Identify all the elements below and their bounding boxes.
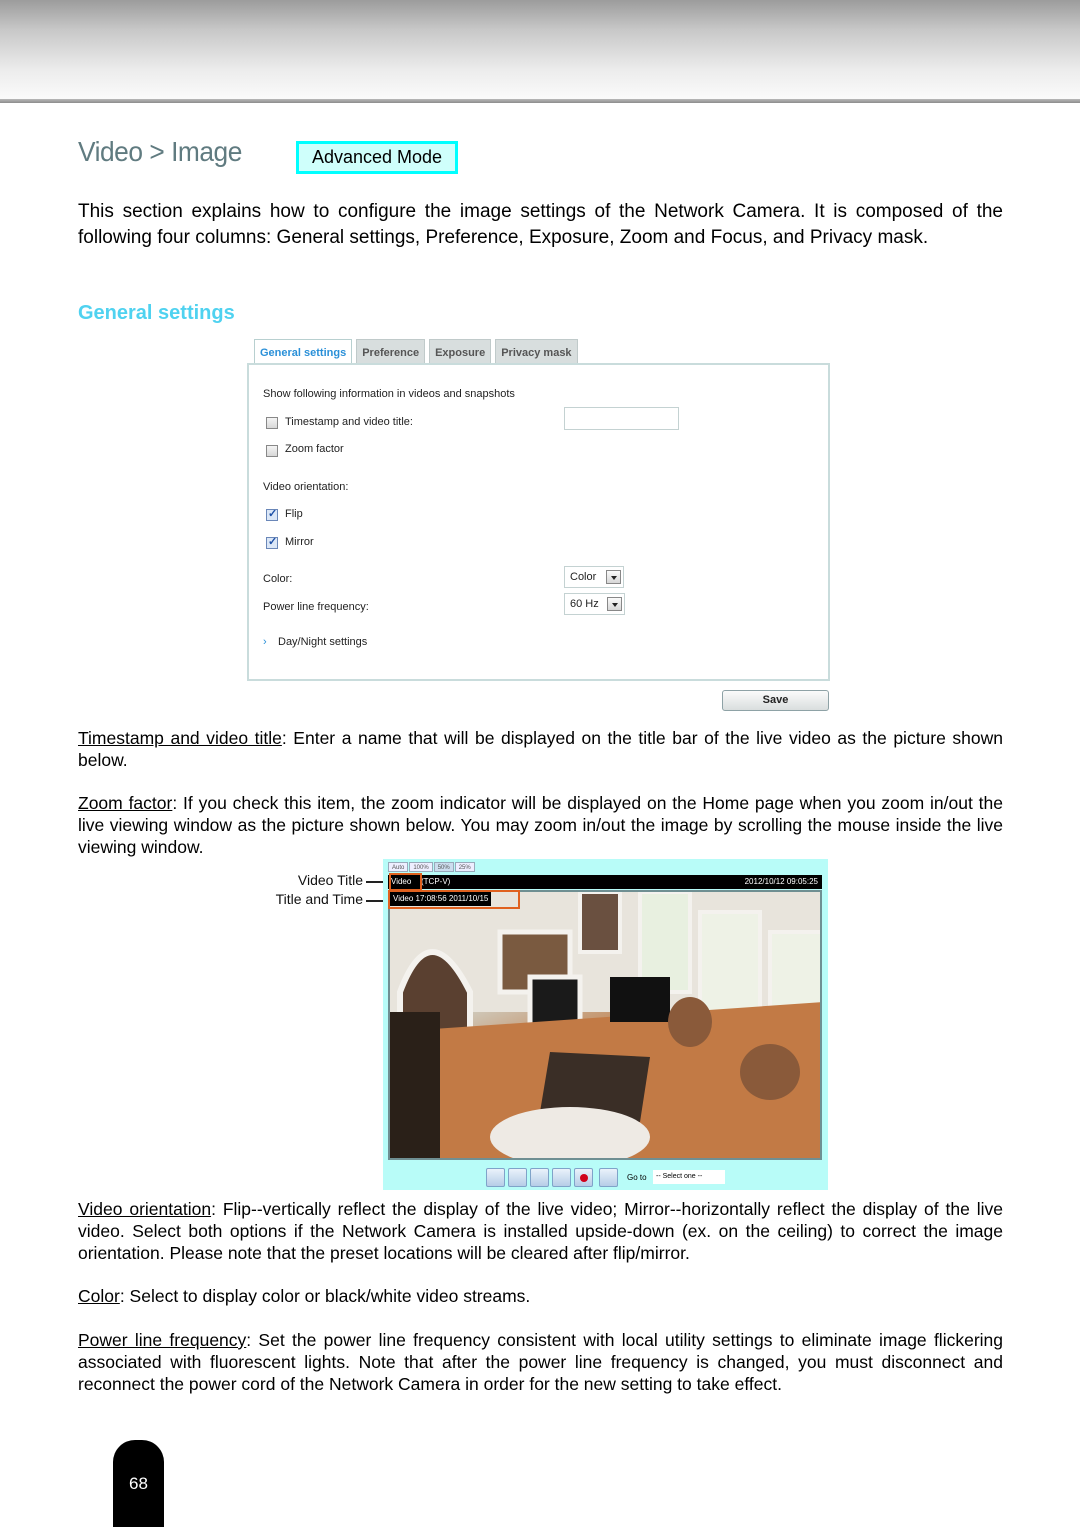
orientation-description: Video orientation: Flip--vertically refl… bbox=[78, 1198, 1003, 1264]
tab-preference[interactable]: Preference bbox=[356, 339, 426, 363]
term-power: Power line frequency bbox=[78, 1330, 247, 1350]
header-rule bbox=[0, 99, 1080, 103]
zoom-factor-checkbox[interactable] bbox=[266, 445, 278, 457]
page-number-tab: 68 bbox=[113, 1440, 164, 1527]
highlight-title-time bbox=[388, 890, 520, 909]
term-timestamp: Timestamp and video title bbox=[78, 728, 282, 748]
term-orientation: Video orientation bbox=[78, 1199, 212, 1219]
timestamp-label: Timestamp and video title: bbox=[285, 416, 413, 428]
chevron-down-icon bbox=[607, 597, 622, 611]
goto-preset-select[interactable]: -- Select one -- bbox=[653, 1170, 725, 1184]
desc-color: : Select to display color or black/white… bbox=[119, 1286, 531, 1306]
desc-zoom: : If you check this item, the zoom indic… bbox=[78, 793, 1003, 857]
record-icon[interactable] bbox=[574, 1168, 593, 1187]
live-view-window: Auto 100% 50% 25% Video (TCP-V) 2012/10/… bbox=[383, 859, 828, 1190]
color-description: Color: Select to display color or black/… bbox=[78, 1285, 1003, 1307]
room-scene-image bbox=[390, 892, 820, 1158]
timestamp-description: Timestamp and video title: Enter a name … bbox=[78, 727, 1003, 771]
timestamp-checkbox[interactable] bbox=[266, 417, 278, 429]
zoom-factor-label: Zoom factor bbox=[285, 443, 344, 455]
highlight-video-title bbox=[389, 873, 422, 891]
power-frequency-select[interactable]: 60 Hz bbox=[564, 593, 625, 615]
zoom-25-button[interactable]: 25% bbox=[454, 862, 475, 872]
fullscreen-icon[interactable] bbox=[599, 1168, 618, 1187]
show-info-label: Show following information in videos and… bbox=[263, 388, 515, 400]
zoom-auto-button[interactable]: Auto bbox=[388, 862, 409, 872]
general-settings-panel: Show following information in videos and… bbox=[247, 363, 830, 681]
term-color: Color bbox=[78, 1286, 120, 1306]
desc-orientation: : Flip--vertically reflect the display o… bbox=[78, 1199, 1003, 1263]
callout-title-time: Title and Time bbox=[275, 891, 363, 907]
color-select-value: Color bbox=[570, 571, 597, 583]
tab-general-settings[interactable]: General settings bbox=[254, 339, 353, 365]
flip-checkbox[interactable] bbox=[266, 507, 278, 521]
day-night-settings-link[interactable]: Day/Night settings bbox=[278, 636, 367, 648]
power-description: Power line frequency: Set the power line… bbox=[78, 1329, 1003, 1395]
advanced-mode-badge: Advanced Mode bbox=[296, 141, 458, 174]
term-zoom: Zoom factor bbox=[78, 793, 173, 813]
chevron-down-icon bbox=[606, 570, 621, 584]
header-band bbox=[0, 0, 1080, 100]
pause-icon[interactable] bbox=[530, 1168, 549, 1187]
stop-icon[interactable] bbox=[552, 1168, 571, 1187]
callout-video-title: Video Title bbox=[297, 872, 363, 888]
orientation-label: Video orientation: bbox=[263, 481, 349, 493]
tab-exposure[interactable]: Exposure bbox=[429, 339, 492, 363]
power-frequency-label: Power line frequency: bbox=[263, 601, 369, 613]
zoom-50-button[interactable]: 50% bbox=[433, 862, 454, 872]
intro-paragraph: This section explains how to configure t… bbox=[78, 201, 1003, 248]
save-button[interactable]: Save bbox=[722, 690, 829, 711]
color-select[interactable]: Color bbox=[564, 566, 624, 588]
video-title-bar: Video (TCP-V) 2012/10/12 09:05:25 bbox=[388, 875, 822, 889]
goto-label: Go to bbox=[627, 1173, 647, 1182]
chevron-right-icon: › bbox=[263, 636, 267, 648]
zoom-description: Zoom factor: If you check this item, the… bbox=[78, 792, 1003, 858]
video-image[interactable] bbox=[388, 890, 822, 1160]
digital-zoom-icon[interactable] bbox=[508, 1168, 527, 1187]
power-frequency-value: 60 Hz bbox=[570, 598, 599, 610]
flip-label: Flip bbox=[285, 508, 303, 520]
protocol-text: (TCP-V) bbox=[421, 877, 451, 886]
snapshot-icon[interactable] bbox=[486, 1168, 505, 1187]
zoom-buttons: Auto 100% 50% 25% bbox=[388, 862, 475, 872]
section-heading: General settings bbox=[78, 302, 235, 324]
title-bar-timestamp: 2012/10/12 09:05:25 bbox=[744, 877, 818, 886]
color-label: Color: bbox=[263, 573, 293, 585]
video-control-bar: Go to -- Select one -- bbox=[383, 1166, 828, 1188]
tab-privacy-mask[interactable]: Privacy mask bbox=[495, 339, 578, 363]
settings-tabs: General settings Preference Exposure Pri… bbox=[254, 339, 578, 365]
page-title: Video > Image bbox=[78, 136, 242, 167]
mirror-checkbox[interactable] bbox=[266, 535, 278, 549]
zoom-100-button[interactable]: 100% bbox=[409, 862, 433, 872]
video-title-input[interactable] bbox=[564, 407, 679, 430]
mirror-label: Mirror bbox=[285, 536, 314, 548]
page-number: 68 bbox=[129, 1474, 148, 1493]
